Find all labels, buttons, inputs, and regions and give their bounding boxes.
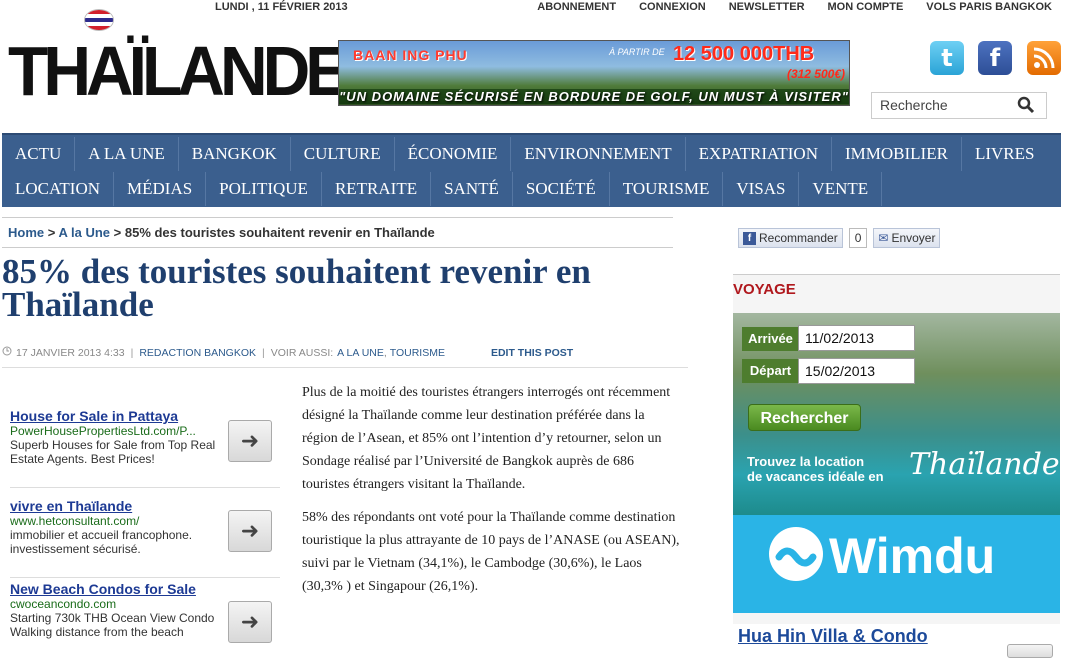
article-date: 17 JANVIER 2013 4:33	[16, 346, 125, 359]
article-meta: 17 JANVIER 2013 4:33 | REDACTION BANGKOK…	[2, 338, 688, 368]
arrow-right-icon[interactable]: ➜	[228, 420, 272, 462]
article-title: 85% des touristes souhaitent revenir en …	[2, 252, 591, 324]
nav-sante[interactable]: SANTÉ	[431, 172, 513, 206]
nav-economie[interactable]: ÉCONOMIE	[395, 137, 512, 171]
breadcrumb-home[interactable]: Home	[8, 225, 44, 240]
text-ad[interactable]: vivre en Thaïlande www.hetconsultant.com…	[10, 498, 280, 578]
send-icon: ✉	[878, 231, 889, 245]
ad-url[interactable]: PowerHousePropertiesLtd.com/P...	[10, 424, 218, 438]
recommend-label: Recommander	[759, 231, 838, 245]
facebook-icon: f	[743, 231, 756, 245]
tag-a-la-une[interactable]: A LA UNE	[337, 347, 384, 359]
clock-icon	[2, 346, 12, 359]
top-nav: ABONNEMENT CONNEXION NEWSLETTER MON COMP…	[537, 1, 1052, 13]
banner-price-prefix: À PARTIR DE	[609, 47, 665, 57]
nav-immobilier[interactable]: IMMOBILIER	[832, 137, 962, 171]
article-paragraph: 58% des répondants ont voté pour la Thaï…	[302, 510, 680, 594]
nav-politique[interactable]: POLITIQUE	[206, 172, 322, 206]
edit-post-link[interactable]: EDIT THIS POST	[491, 347, 573, 359]
send-button[interactable]: ✉ Envoyer	[873, 228, 941, 248]
breadcrumb: Home > A la Une > 85% des touristes souh…	[2, 217, 673, 248]
arrival-label: Arrivée	[742, 327, 799, 351]
arrival-date-input[interactable]: 11/02/2013	[798, 325, 915, 351]
article-paragraph: Plus de la moitié des touristes étranger…	[302, 385, 671, 492]
search-icon[interactable]	[1017, 96, 1035, 114]
promo-text: Trouvez la location de vacances idéale e…	[747, 454, 884, 484]
top-nav-mon-compte[interactable]: MON COMPTE	[828, 1, 904, 13]
nav-environnement[interactable]: ENVIRONNEMENT	[511, 137, 686, 171]
breadcrumb-separator: >	[47, 225, 56, 240]
nav-bangkok[interactable]: BANGKOK	[179, 137, 291, 171]
see-also-label: VOIR AUSSI:	[270, 346, 334, 359]
facebook-icon[interactable]: f	[978, 41, 1012, 75]
banner-tagline: "UN DOMAINE SÉCURISÉ EN BORDURE DE GOLF,…	[339, 89, 849, 104]
article-author[interactable]: REDACTION BANGKOK	[139, 347, 256, 359]
hua-hin-ad-title[interactable]: Hua Hin Villa & Condo	[738, 626, 928, 647]
promo-line: de vacances idéale en	[747, 469, 884, 484]
top-nav-vols-paris-bangkok[interactable]: VOLS PARIS BANGKOK	[926, 1, 1052, 13]
twitter-icon[interactable]: t	[930, 41, 964, 75]
breadcrumb-separator: >	[113, 225, 122, 240]
promo-line: Trouvez la location	[747, 454, 865, 469]
arrow-right-icon[interactable]: ➜	[228, 601, 272, 643]
tag-tourisme[interactable]: TOURISME	[390, 347, 445, 359]
departure-date-input[interactable]: 15/02/2013	[798, 358, 915, 384]
wimdu-brand: Wimdu	[829, 528, 996, 584]
banner-brand: BAAN ING PHU	[353, 47, 468, 63]
current-date: LUNDI , 11 FÉVRIER 2013	[215, 1, 348, 13]
rental-search-ad[interactable]: Arrivée 11/02/2013 Départ 15/02/2013 Rec…	[733, 313, 1060, 515]
hua-hin-ad-button[interactable]	[1007, 644, 1053, 658]
ad-description: immobilier et accueil francophone. inves…	[10, 528, 193, 556]
thai-flag-icon	[84, 9, 114, 31]
share-bar: f Recommander 0 ✉ Envoyer	[738, 228, 941, 248]
breadcrumb-section[interactable]: A la Une	[58, 225, 110, 240]
top-nav-connexion[interactable]: CONNEXION	[639, 1, 706, 13]
ad-url[interactable]: www.hetconsultant.com/	[10, 514, 218, 528]
wimdu-logo-icon	[769, 527, 823, 581]
nav-actu[interactable]: ACTU	[2, 137, 76, 171]
ad-description: Superb Houses for Sale from Top Real Est…	[10, 438, 216, 466]
arrow-right-icon[interactable]: ➜	[228, 510, 272, 552]
nav-location[interactable]: LOCATION	[2, 172, 114, 206]
top-nav-abonnement[interactable]: ABONNEMENT	[537, 1, 616, 13]
banner-price: 12 500 000THB	[673, 43, 815, 65]
facebook-recommend-button[interactable]: f Recommander	[738, 228, 843, 248]
main-nav: ACTU A LA UNE BANGKOK CULTURE ÉCONOMIE E…	[2, 133, 1061, 207]
nav-retraite[interactable]: RETRAITE	[322, 172, 432, 206]
wimdu-ad[interactable]: Wimdu	[733, 515, 1060, 613]
rechercher-button[interactable]: Rechercher	[748, 404, 861, 431]
nav-societe[interactable]: SOCIÉTÉ	[513, 172, 610, 206]
promo-script: Thaïlande	[909, 447, 1060, 482]
text-ad[interactable]: House for Sale in Pattaya PowerHouseProp…	[10, 408, 280, 488]
ad-url[interactable]: cwoceancondo.com	[10, 597, 218, 611]
nav-visas[interactable]: VISAS	[723, 172, 800, 206]
nav-a-la-une[interactable]: A LA UNE	[75, 137, 179, 171]
nav-expatriation[interactable]: EXPATRIATION	[686, 137, 832, 171]
nav-vente[interactable]: VENTE	[799, 172, 883, 206]
article-body: Plus de la moitié des touristes étranger…	[302, 381, 682, 608]
top-nav-newsletter[interactable]: NEWSLETTER	[729, 1, 805, 13]
nav-tourisme[interactable]: TOURISME	[610, 172, 724, 206]
voyage-heading: VOYAGE	[733, 281, 796, 298]
departure-label: Départ	[742, 359, 799, 383]
ad-banner-baan-ing-phu[interactable]: BAAN ING PHU À PARTIR DE 12 500 000THB (…	[338, 40, 850, 106]
breadcrumb-current: 85% des touristes souhaitent revenir en …	[124, 225, 435, 240]
nav-medias[interactable]: MÉDIAS	[114, 172, 207, 206]
send-label: Envoyer	[891, 231, 936, 245]
recommend-count: 0	[848, 228, 868, 248]
rss-icon[interactable]	[1027, 41, 1061, 75]
ad-title[interactable]: New Beach Condos for Sale	[10, 581, 280, 597]
ad-description: Starting 730k THB Ocean View Condo Walki…	[10, 611, 215, 639]
text-ad[interactable]: New Beach Condos for Sale cwoceancondo.c…	[10, 581, 280, 655]
nav-culture[interactable]: CULTURE	[291, 137, 395, 171]
nav-livres[interactable]: LIVRES	[962, 137, 1048, 171]
banner-price-eur: (312 500€)	[786, 67, 845, 81]
